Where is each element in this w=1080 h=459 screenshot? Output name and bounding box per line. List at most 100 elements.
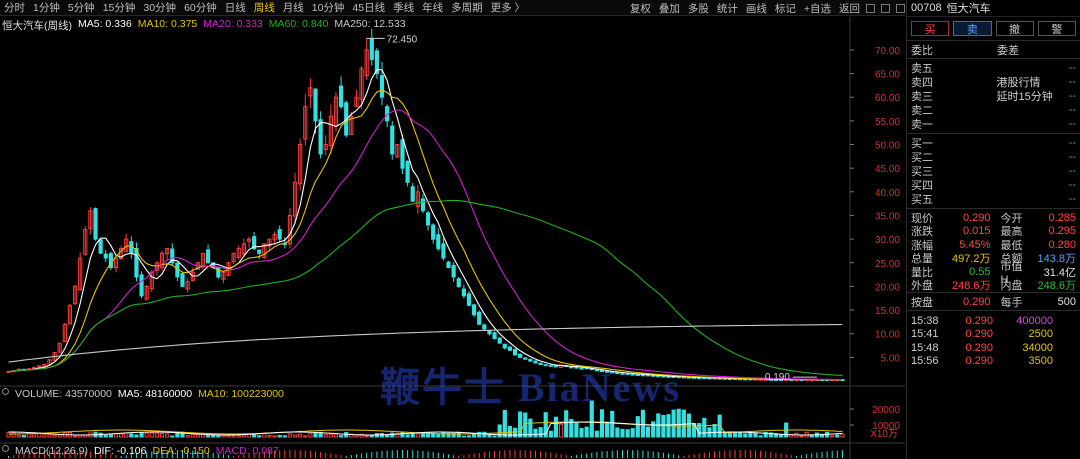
candle-body	[487, 330, 492, 335]
tab-timeframe[interactable]: 更多 〉	[491, 0, 525, 15]
indicator-toggle-icon[interactable]	[2, 445, 9, 452]
volume-bar	[57, 434, 62, 438]
quote-value: 497.2万	[951, 253, 991, 266]
ma10-line	[8, 89, 843, 381]
volume-bar	[732, 432, 738, 438]
book-level-label: 卖一	[911, 119, 933, 131]
anpan-value: 0.290	[962, 295, 991, 308]
candle-body	[477, 311, 482, 325]
tool-button[interactable]: 标记	[775, 1, 796, 16]
volume-bar	[548, 430, 553, 438]
tool-button[interactable]: +自选	[804, 1, 831, 16]
tab-timeframe[interactable]: 15分钟	[103, 0, 136, 15]
volume-bar	[119, 433, 124, 438]
weicha-label: 委差	[997, 44, 1019, 57]
tick-time: 15:41	[911, 328, 939, 341]
price-tick-label: 55.00	[875, 117, 900, 128]
toolbar: 分时 1分钟 5分钟 15分钟 30分钟 60分钟 日线 周线 月线 10分钟 45日线 季线 年线 多周…	[0, 0, 905, 16]
volume-bar	[738, 432, 743, 438]
candle-body	[400, 139, 405, 169]
candle-body	[610, 371, 615, 374]
close-icon[interactable]	[896, 3, 905, 13]
tab-timeframe[interactable]: 30分钟	[143, 0, 176, 15]
candle-body	[431, 224, 436, 240]
candle-body	[533, 360, 538, 364]
volume-bar	[144, 432, 149, 438]
indicator-toggle-icon[interactable]	[2, 388, 9, 395]
volume-tick-label: 20000	[872, 405, 900, 416]
candle-body	[620, 372, 625, 375]
price-tick-label: 15.00	[875, 306, 900, 317]
volume-bar	[830, 435, 835, 438]
candle-body	[98, 239, 103, 254]
candle-body	[390, 125, 395, 155]
tab-timeframe[interactable]: 周线	[254, 0, 275, 15]
buy-button[interactable]: 买	[911, 21, 950, 36]
order-ratio-row: 委比 委差	[907, 41, 1080, 59]
tool-button[interactable]: 返回	[839, 1, 860, 16]
tab-timeframe[interactable]: 5分钟	[68, 0, 95, 15]
volume-bar	[277, 435, 282, 438]
candle-body	[640, 374, 646, 377]
tab-timeframe[interactable]: 多周期	[451, 0, 483, 15]
lot-label: 每手	[1000, 296, 1023, 309]
tool-button[interactable]: 复权	[630, 1, 651, 16]
candle-body	[523, 357, 528, 360]
tab-timeframe[interactable]: 60分钟	[184, 0, 217, 15]
candle-body	[548, 364, 553, 367]
tab-timeframe[interactable]: 日线	[225, 0, 246, 15]
tool-button[interactable]: 统计	[717, 1, 738, 16]
tab-timeframe[interactable]: 10分钟	[312, 0, 345, 15]
tick-price: 0.290	[965, 355, 993, 368]
volume-bar	[712, 424, 717, 438]
price-tick-label: 5.00	[881, 353, 901, 364]
volume-bar	[661, 415, 666, 438]
cancel-button[interactable]: 撤	[995, 21, 1034, 36]
volume-bar	[205, 435, 211, 438]
volume-bar	[605, 421, 610, 438]
volume-bar	[799, 435, 804, 438]
restore-icon[interactable]	[866, 3, 875, 13]
candle-body	[461, 288, 466, 297]
tick-price: 0.290	[965, 341, 993, 354]
tick-price: 0.290	[965, 328, 993, 341]
volume-bar	[21, 434, 26, 438]
tool-button[interactable]: 多股	[688, 1, 709, 16]
volume-legend: VOLUME: 43570000 MA5: 48160000 MA10: 100…	[2, 388, 290, 400]
candle-body	[277, 229, 282, 240]
volume-bar	[743, 433, 748, 438]
tool-button[interactable]: 叠加	[659, 1, 680, 16]
candle-body	[205, 249, 211, 264]
sell-button[interactable]: 卖	[953, 21, 992, 36]
volume-bar	[52, 434, 57, 438]
candle-body	[425, 212, 431, 226]
volume-bar	[236, 435, 241, 438]
quote-value: 0.290	[962, 211, 991, 224]
volume-bar	[42, 434, 47, 438]
tab-timeframe[interactable]: 1分钟	[33, 0, 60, 15]
book-value: --	[1068, 179, 1076, 191]
price-tick-label: 20.00	[875, 282, 900, 293]
alert-button[interactable]: 警	[1037, 21, 1076, 36]
candle-body	[369, 38, 374, 60]
tab-timeframe[interactable]: 季线	[393, 0, 414, 15]
volume-bar	[722, 432, 727, 438]
chart-area[interactable]: 70.00 65.00 60.00 55.00 50.00 45.00 40.00 35.00…	[0, 17, 905, 459]
buy-book: 买一 -- 买二 -- 买三 -- 买四 -- 买五 --	[907, 134, 1080, 209]
book-row: 买五 --	[907, 192, 1080, 206]
volume-bar	[282, 435, 287, 438]
tab-timeframe[interactable]: 年线	[422, 0, 443, 15]
tool-button[interactable]: 画线	[746, 1, 767, 16]
tab-timeframe[interactable]: 45日线	[352, 0, 385, 15]
price-tick-label: 70.00	[875, 46, 900, 57]
volume-bar	[630, 428, 635, 438]
volume-bar	[753, 432, 758, 438]
candle-body	[635, 374, 640, 377]
book-row: 卖三 延时15分钟 --	[907, 89, 1080, 103]
tab-timeframe[interactable]: 月线	[283, 0, 304, 15]
tab-timeframe[interactable]: 分时	[4, 0, 25, 15]
volume-bar	[124, 432, 129, 438]
candle-body	[441, 243, 446, 259]
book-row: 买二 --	[907, 150, 1080, 164]
maximize-icon[interactable]	[881, 3, 890, 13]
